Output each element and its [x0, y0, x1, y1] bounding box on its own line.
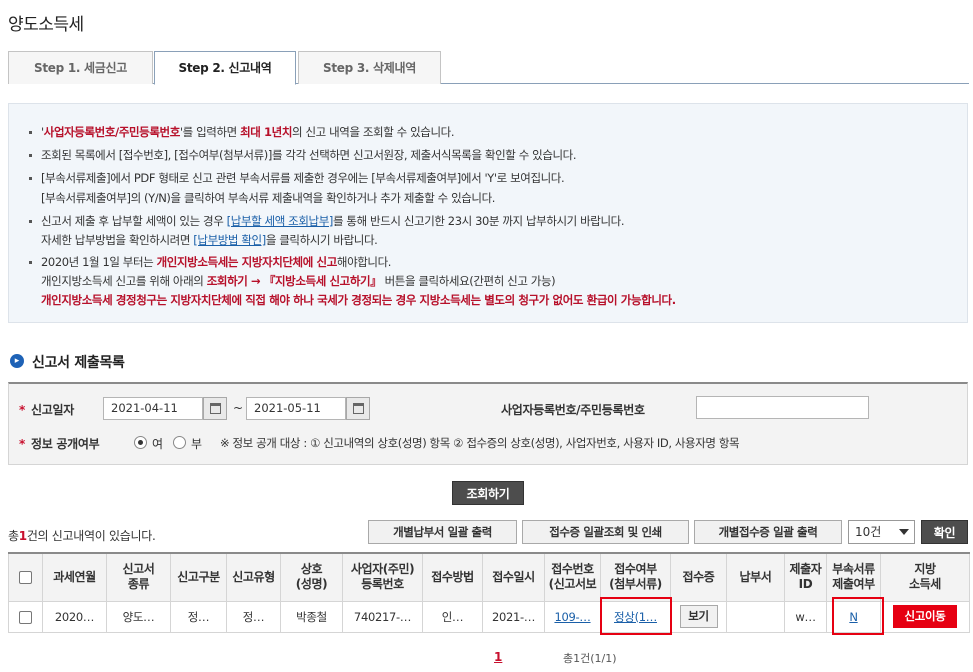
- search-form: * 신고일자 2021-04-11 ~ 2021-05-11 사업자등록번호/주민…: [8, 382, 968, 465]
- select-all-checkbox[interactable]: [19, 570, 32, 584]
- notice-line-4: [부속서류제출여부]의 (Y/N)을 클릭하여 부속서류 제출내역을 확인하거나…: [41, 191, 496, 205]
- header-kind: 신고유형: [226, 552, 281, 602]
- receipt-number-link[interactable]: 109-…: [554, 610, 590, 624]
- bullet-icon: [29, 261, 32, 264]
- date-to-input[interactable]: 2021-05-11: [246, 397, 346, 420]
- bullet-icon: [29, 220, 32, 223]
- header-method: 접수방법: [422, 552, 483, 602]
- header-attach: 부속서류 제출여부: [826, 552, 881, 602]
- cell-date: 2021-…: [482, 600, 545, 633]
- pagination-current[interactable]: 1: [494, 650, 502, 664]
- header-receipt: 접수증: [670, 552, 727, 602]
- notice-line-3: [부속서류제출]에서 PDF 형태로 신고 관련 부속서류를 제출한 경우에는 …: [41, 171, 565, 185]
- cell-payment: [726, 600, 785, 633]
- cell-type: 양도…: [106, 600, 171, 633]
- calendar-icon: [210, 403, 221, 414]
- header-submitter: 제출자 ID: [784, 552, 827, 602]
- date-separator: ~: [233, 401, 244, 415]
- submission-table: 과세연월 신고서 종류 신고구분 신고유형 상호 (성명) 사업자(주민) 등록번호 …: [8, 552, 970, 633]
- notice-line-2: 조회된 목록에서 [접수번호], [접수여부(첨부서류)]를 각각 선택하면 신…: [41, 148, 577, 162]
- cell-reg: 740217-…: [342, 600, 423, 633]
- bullet-icon: [29, 177, 32, 180]
- public-label: * 정보 공개여부: [19, 437, 100, 451]
- notice-line-9: 개인지방소득세 경정청구는 지방자치단체에 직접 해야 하나 국세가 경정되는 …: [41, 293, 676, 307]
- chevron-down-icon: [899, 529, 909, 535]
- bullet-icon: [29, 154, 32, 157]
- print-payment-button[interactable]: 개별납부서 일괄 출력: [368, 520, 517, 544]
- search-button[interactable]: 조회하기: [452, 481, 524, 505]
- header-payment: 납부서: [726, 552, 785, 602]
- section-bullet-icon: ▸: [10, 354, 24, 368]
- date-from-input[interactable]: 2021-04-11: [103, 397, 203, 420]
- header-local: 지방 소득세: [880, 552, 970, 602]
- cell-local: 신고이동: [880, 600, 970, 633]
- notice-line-7: 2020년 1월 1일 부터는 개인지방소득세는 지방자치단체에 신고해야합니다…: [41, 255, 392, 269]
- status-highlight-box: [600, 597, 672, 635]
- calendar-from-button[interactable]: [203, 397, 227, 420]
- cell-year-month: 2020…: [42, 600, 107, 633]
- header-name: 상호 (성명): [280, 552, 343, 602]
- notice-line-6: 자세한 납부방법을 확인하시려면 [납부방법 확인]을 클릭하시기 바랍니다.: [41, 233, 378, 247]
- section-title: 신고서 제출목록: [32, 355, 125, 371]
- tab-step1[interactable]: Step 1. 세금신고: [8, 51, 153, 84]
- page-title: 양도소득세: [8, 15, 84, 35]
- page-size-select[interactable]: 10건: [848, 520, 915, 544]
- calendar-icon: [353, 403, 364, 414]
- notice-line-1: '사업자등록번호/주민등록번호'를 입력하면 최대 1년치의 신고 내역을 조회…: [41, 125, 455, 139]
- cell-kind: 정…: [226, 600, 281, 633]
- tab-step2[interactable]: Step 2. 신고내역: [154, 51, 296, 85]
- row-checkbox[interactable]: [19, 610, 32, 624]
- row-select-cell[interactable]: [8, 600, 43, 633]
- cell-method: 인…: [422, 600, 483, 633]
- header-type: 신고서 종류: [106, 552, 171, 602]
- cell-name: 박종철: [280, 600, 343, 633]
- public-note: ※ 정보 공개 대상 : ① 신고내역의 상호(성명) 항목 ② 접수증의 상호…: [220, 436, 740, 450]
- pagination-summary: 총1건(1/1): [563, 652, 617, 665]
- table-row: 2020… 양도… 정… 정… 박종철 740217-… 인… 2021-… 1…: [8, 600, 970, 633]
- print-receipt-button[interactable]: 개별접수증 일괄 출력: [694, 520, 842, 544]
- bullet-icon: [29, 131, 32, 134]
- id-input[interactable]: [696, 396, 869, 419]
- header-date: 접수일시: [482, 552, 545, 602]
- cell-receipt: 보기: [670, 600, 727, 633]
- cell-submitter: w…: [784, 600, 827, 633]
- date-label: * 신고일자: [19, 403, 74, 417]
- public-no-radio[interactable]: [173, 436, 186, 449]
- notice-box: '사업자등록번호/주민등록번호'를 입력하면 최대 1년치의 신고 내역을 조회…: [8, 103, 968, 323]
- payment-method-link[interactable]: [납부방법 확인]: [193, 233, 266, 247]
- local-tax-move-button[interactable]: 신고이동: [893, 605, 957, 628]
- table-header-row: 과세연월 신고서 종류 신고구분 신고유형 상호 (성명) 사업자(주민) 등록번호 …: [8, 552, 970, 602]
- public-no-label: 부: [191, 437, 203, 451]
- id-label: 사업자등록번호/주민등록번호: [501, 403, 645, 417]
- result-summary: 총1건의 신고내역이 있습니다.: [8, 529, 156, 543]
- cell-no: 109-…: [544, 600, 601, 633]
- header-no: 접수번호 (신고서보: [544, 552, 601, 602]
- notice-line-5: 신고서 제출 후 납부할 세액이 있는 경우 [납부할 세액 조회납부]를 통해…: [41, 214, 625, 228]
- header-category: 신고구분: [170, 552, 227, 602]
- public-yes-radio[interactable]: [134, 436, 147, 449]
- view-receipt-button[interactable]: 보기: [679, 605, 718, 628]
- calendar-to-button[interactable]: [346, 397, 370, 420]
- attach-highlight-box: [832, 597, 884, 635]
- print-receipt-view-button[interactable]: 접수증 일괄조회 및 인쇄: [522, 520, 689, 544]
- header-reg: 사업자(주민) 등록번호: [342, 552, 423, 602]
- cell-category: 정…: [170, 600, 227, 633]
- header-year-month: 과세연월: [42, 552, 107, 602]
- header-status: 접수여부 (첨부서류): [600, 552, 671, 602]
- tab-step3[interactable]: Step 3. 삭제내역: [298, 51, 441, 84]
- confirm-button[interactable]: 확인: [921, 520, 968, 544]
- step-tabs: Step 1. 세금신고 Step 2. 신고내역 Step 3. 삭제내역: [8, 51, 969, 85]
- header-select-all[interactable]: [8, 552, 43, 602]
- notice-line-8: 개인지방소득세 신고를 위해 아래의 조회하기 → 『지방소득세 신고하기』 버…: [41, 274, 556, 288]
- tax-payment-link[interactable]: [납부할 세액 조회납부]: [227, 214, 334, 228]
- public-yes-label: 여: [152, 437, 164, 451]
